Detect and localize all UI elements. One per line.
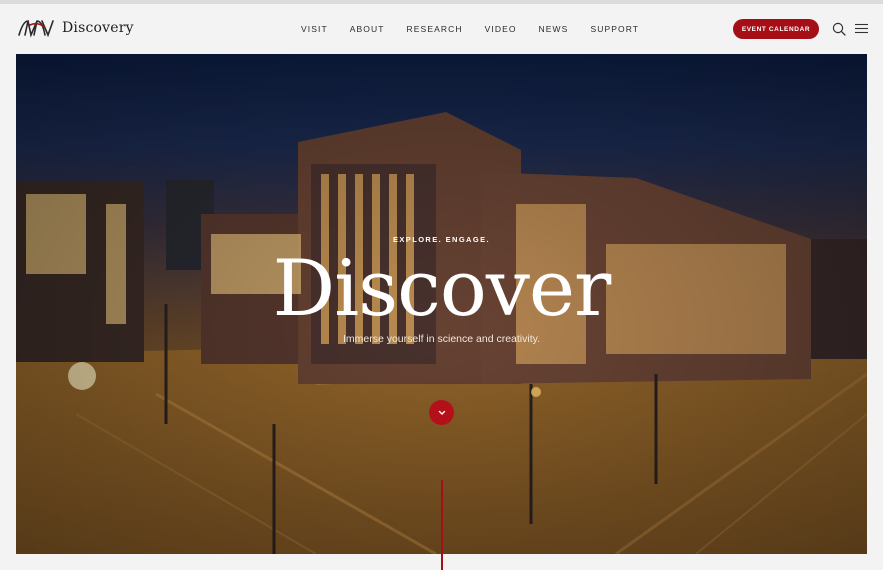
nav-about[interactable]: ABOUT xyxy=(350,24,385,34)
nav-research[interactable]: RESEARCH xyxy=(407,24,463,34)
event-calendar-button[interactable]: EVENT CALENDAR xyxy=(733,19,819,39)
brand-name: Discovery xyxy=(62,20,134,36)
nav-support[interactable]: SUPPORT xyxy=(590,24,639,34)
hero-banner: EXPLORE. ENGAGE. Discover Immerse yourse… xyxy=(16,54,867,554)
chevron-down-icon xyxy=(438,410,445,415)
nav-video[interactable]: VIDEO xyxy=(485,24,517,34)
scroll-down-button[interactable] xyxy=(429,400,454,425)
nav-visit[interactable]: VISIT xyxy=(301,24,328,34)
monogram-logo-icon xyxy=(18,20,54,38)
hero-headline: Discover xyxy=(272,244,612,334)
hero-eyebrow: EXPLORE. ENGAGE. xyxy=(393,235,490,244)
hamburger-menu-icon[interactable] xyxy=(855,23,868,34)
nav-news[interactable]: NEWS xyxy=(539,24,569,34)
search-icon[interactable] xyxy=(832,22,846,36)
hero-tagline: Immerse yourself in science and creativi… xyxy=(342,333,541,345)
scroll-indicator-line xyxy=(441,480,443,570)
site-logo[interactable]: Discovery xyxy=(16,17,134,39)
site-header: Discovery VISIT ABOUT RESEARCH VIDEO NEW… xyxy=(0,4,883,54)
main-nav: VISIT ABOUT RESEARCH VIDEO NEWS SUPPORT xyxy=(301,24,661,34)
